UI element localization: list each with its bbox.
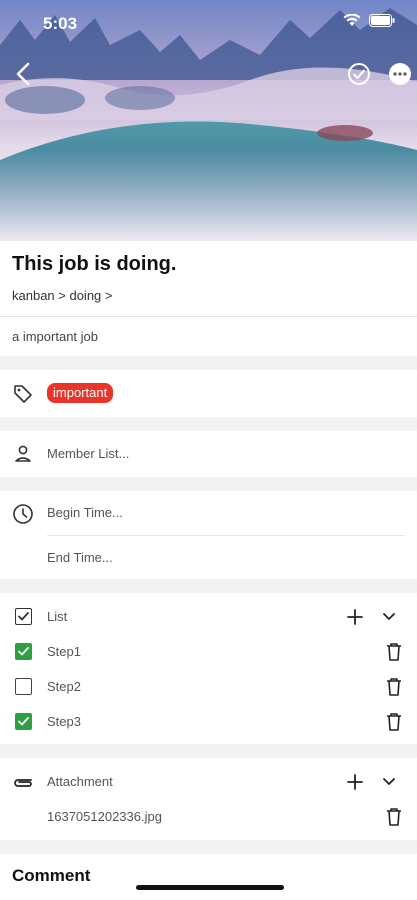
more-icon[interactable]	[388, 62, 412, 86]
trash-icon[interactable]	[385, 807, 403, 827]
task-title[interactable]: This job is doing.	[12, 253, 176, 276]
begin-time-field[interactable]: Begin Time...	[47, 505, 123, 520]
attachment-file[interactable]: 1637051202336.jpg	[47, 809, 162, 824]
step-label: Step3	[47, 714, 81, 729]
trash-icon[interactable]	[385, 642, 403, 662]
checklist-header: List	[47, 609, 68, 624]
wifi-icon	[343, 14, 361, 26]
attachment-header: Attachment	[47, 774, 113, 789]
step-label: Step2	[47, 679, 81, 694]
chevron-down-icon[interactable]	[382, 612, 396, 622]
step-label: Step1	[47, 644, 81, 659]
tag-badge[interactable]: important	[47, 383, 114, 403]
plus-icon[interactable]	[347, 774, 363, 790]
chevron-left-icon[interactable]	[12, 60, 36, 88]
check-circle-icon[interactable]	[347, 62, 371, 86]
status-icons	[343, 14, 395, 27]
trash-icon[interactable]	[385, 677, 403, 697]
step-checkbox[interactable]	[15, 713, 32, 730]
divider	[47, 535, 405, 536]
attachment-section	[0, 758, 417, 840]
divider	[0, 316, 417, 317]
cover-image	[0, 0, 417, 241]
breadcrumb: kanban > doing >	[12, 288, 113, 303]
member-list-field[interactable]: Member List...	[47, 446, 129, 461]
task-description[interactable]: a important job	[12, 329, 98, 344]
trash-icon[interactable]	[385, 712, 403, 732]
end-time-field[interactable]: End Time...	[47, 550, 113, 565]
tag-icon	[14, 385, 32, 403]
step-checkbox[interactable]	[15, 678, 32, 695]
chevron-down-icon[interactable]	[382, 777, 396, 787]
paperclip-icon	[14, 779, 32, 787]
status-time: 5:03	[43, 14, 78, 33]
clock-icon	[13, 504, 33, 524]
home-indicator	[136, 885, 284, 890]
list-checkbox-icon	[15, 608, 32, 625]
battery-icon	[369, 14, 395, 27]
step-checkbox[interactable]	[15, 643, 32, 660]
plus-icon[interactable]	[347, 609, 363, 625]
comment-header: Comment	[12, 866, 91, 885]
person-icon	[15, 445, 31, 462]
